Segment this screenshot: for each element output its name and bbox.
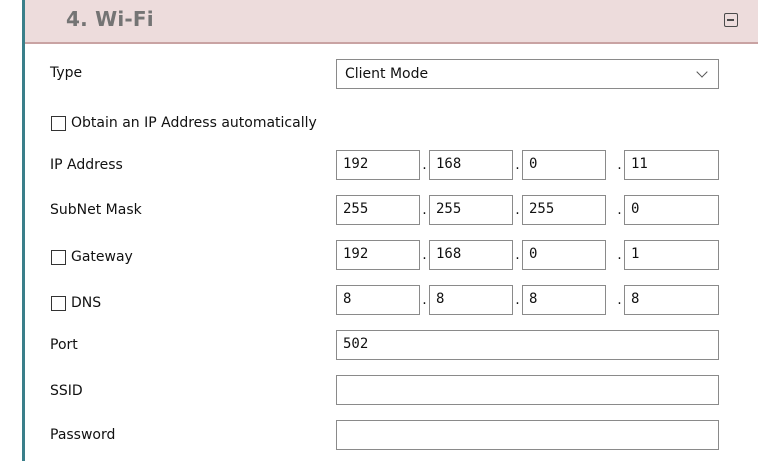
octet-separator: . [515, 247, 520, 263]
gateway-checkbox[interactable] [51, 250, 66, 265]
gateway-octet-1[interactable]: 192 [336, 240, 420, 270]
octet-separator: . [422, 247, 427, 263]
subnet-mask-octet-1[interactable]: 255 [336, 195, 420, 225]
gateway-octet-4[interactable]: 1 [624, 240, 719, 270]
password-label: Password [50, 427, 116, 443]
dns-label: DNS [71, 295, 102, 311]
dns-octet-3[interactable]: 8 [522, 285, 606, 315]
octet-separator: . [515, 202, 520, 218]
chevron-down-icon [696, 66, 708, 78]
type-label: Type [50, 65, 83, 81]
port-input[interactable]: 502 [336, 330, 719, 360]
octet-separator: . [515, 292, 520, 308]
octet-separator: . [422, 202, 427, 218]
ip-address-octet-2[interactable]: 168 [429, 150, 513, 180]
octet-separator: . [617, 292, 622, 308]
dns-checkbox[interactable] [51, 296, 66, 311]
ip-address-octet-4[interactable]: 11 [624, 150, 719, 180]
obtain-ip-label: Obtain an IP Address automatically [71, 115, 317, 131]
type-select[interactable]: Client Mode [336, 59, 719, 89]
gateway-label: Gateway [71, 249, 133, 265]
section-title: 4. Wi-Fi [66, 7, 154, 31]
subnet-mask-octet-4[interactable]: 0 [624, 195, 719, 225]
subnet-mask-octet-3[interactable]: 255 [522, 195, 606, 225]
wifi-panel: 4. Wi-Fi Type Client Mode Obtain an IP A… [22, 0, 758, 461]
octet-separator: . [617, 247, 622, 263]
ip-address-label: IP Address [50, 157, 123, 173]
octet-separator: . [617, 202, 622, 218]
ssid-input[interactable] [336, 375, 719, 405]
port-label: Port [50, 337, 78, 353]
dns-octet-2[interactable]: 8 [429, 285, 513, 315]
ssid-label: SSID [50, 383, 83, 399]
ip-address-octet-3[interactable]: 0 [522, 150, 606, 180]
gateway-octet-3[interactable]: 0 [522, 240, 606, 270]
dns-octet-4[interactable]: 8 [624, 285, 719, 315]
octet-separator: . [617, 157, 622, 173]
gateway-octet-2[interactable]: 168 [429, 240, 513, 270]
subnet-mask-label: SubNet Mask [50, 202, 142, 218]
subnet-mask-octet-2[interactable]: 255 [429, 195, 513, 225]
dns-octet-1[interactable]: 8 [336, 285, 420, 315]
section-header: 4. Wi-Fi [25, 0, 758, 44]
octet-separator: . [422, 157, 427, 173]
octet-separator: . [515, 157, 520, 173]
obtain-ip-checkbox[interactable] [51, 116, 66, 131]
octet-separator: . [422, 292, 427, 308]
type-select-value: Client Mode [345, 66, 429, 82]
password-input[interactable] [336, 420, 719, 450]
ip-address-octet-1[interactable]: 192 [336, 150, 420, 180]
collapse-icon[interactable] [724, 13, 738, 27]
